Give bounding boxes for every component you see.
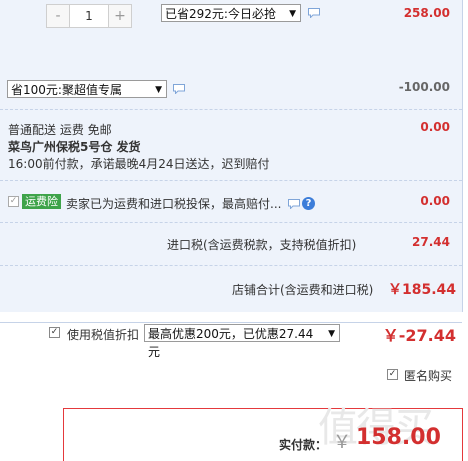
message-icon[interactable] xyxy=(308,8,320,18)
shipping-promise: 16:00前付款，承诺最晚4月24日送达，迟到赔付 xyxy=(8,157,270,171)
promo-select[interactable]: 已省292元:今日必抢 ▼ xyxy=(161,4,301,22)
quantity-decrease-button[interactable]: - xyxy=(47,5,69,27)
shipping-warehouse: 菜鸟广州保税5号仓 发货 xyxy=(8,140,141,154)
tax-discount-amount: ￥-27.44 xyxy=(382,326,456,345)
chevron-down-icon: ▼ xyxy=(289,9,296,19)
tax-discount-label: 使用税值折扣 xyxy=(67,328,140,342)
coupon-select-value: 省100元:聚超值专属 xyxy=(11,83,122,97)
insurance-amount: 0.00 xyxy=(420,194,450,208)
anonymous-label: 匿名购买 xyxy=(404,369,453,383)
divider xyxy=(0,180,462,181)
shop-total-label: 店铺合计(含运费和进口税) xyxy=(232,283,374,297)
tax-discount-select-value: 最高优惠200元，已优惠27.44元 xyxy=(148,327,314,359)
tax-discount-select[interactable]: 最高优惠200元，已优惠27.44元 ▼ xyxy=(144,324,340,359)
quantity-increase-button[interactable]: + xyxy=(109,5,131,27)
insurance-checkbox[interactable]: ✓ xyxy=(8,196,19,207)
shop-total-amount: ￥185.44 xyxy=(387,282,456,298)
help-icon[interactable]: ? xyxy=(302,197,315,210)
import-tax-label: 进口税(含运费税款，支持税值折扣) xyxy=(167,238,357,252)
payment-label: 实付款： xyxy=(279,438,328,452)
import-tax-amount: 27.44 xyxy=(412,235,450,249)
anonymous-checkbox[interactable]: ✓ xyxy=(387,369,398,380)
coupon-select[interactable]: 省100元:聚超值专属 ▼ xyxy=(7,80,167,98)
promo-select-value: 已省292元:今日必抢 xyxy=(165,7,276,21)
tax-discount-checkbox[interactable]: ✓ xyxy=(49,327,60,338)
divider xyxy=(0,265,462,266)
quantity-stepper[interactable]: - 1 + xyxy=(46,4,132,28)
message-icon[interactable] xyxy=(288,199,300,209)
quantity-input[interactable]: 1 xyxy=(69,5,109,27)
message-icon[interactable] xyxy=(173,84,185,94)
chevron-down-icon: ▼ xyxy=(155,85,162,95)
insurance-tag: 运费险 xyxy=(22,194,61,209)
shipping-method: 普通配送 运费 免邮 xyxy=(8,123,112,137)
chevron-down-icon: ▼ xyxy=(328,329,335,339)
insurance-text: 卖家已为运费和进口税投保，最高赔付... xyxy=(66,197,282,211)
item-price: 258.00 xyxy=(403,6,450,20)
shipping-amount: 0.00 xyxy=(420,120,450,134)
payment-currency: ￥ xyxy=(333,432,351,453)
coupon-amount: -100.00 xyxy=(398,80,450,94)
payment-amount: 158.00 xyxy=(356,425,441,450)
divider xyxy=(0,109,462,110)
divider xyxy=(0,222,462,223)
